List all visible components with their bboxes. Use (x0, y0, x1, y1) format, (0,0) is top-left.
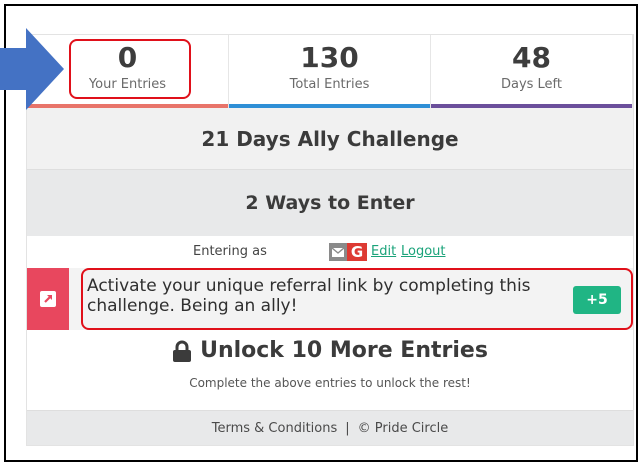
ways-to-enter-title: 2 Ways to Enter (27, 170, 633, 236)
challenge-title: 21 Days Ally Challenge (27, 108, 633, 170)
stat-label: Total Entries (289, 77, 370, 92)
entry-points-badge: +5 (573, 286, 621, 314)
stat-total-entries: 130 Total Entries (229, 35, 431, 108)
unlock-subtitle: Complete the above entries to unlock the… (189, 375, 471, 390)
stat-color-bar (431, 104, 632, 108)
envelope-icon (332, 247, 344, 257)
unlock-title: Unlock 10 More Entries (200, 338, 488, 363)
entry-referral-link[interactable]: Activate your unique referral link by co… (27, 268, 633, 330)
entry-text: Activate your unique referral link by co… (87, 276, 531, 316)
entering-as-row: Entering as G Edit Logout (27, 236, 633, 268)
footer-separator: | (345, 420, 350, 436)
stat-days-left: 48 Days Left (431, 35, 633, 108)
stat-label: Days Left (500, 77, 563, 92)
edit-link[interactable]: Edit (371, 244, 396, 259)
contest-widget: 0 Your Entries 130 Total Entries 48 Days… (26, 34, 634, 446)
annotation-arrow-icon (0, 28, 64, 110)
external-link-icon (40, 291, 56, 307)
google-icon: G (347, 243, 367, 261)
entry-side-tab (27, 268, 69, 330)
stat-color-bar (229, 104, 430, 108)
email-icon (329, 243, 347, 261)
your-entries-highlight (69, 39, 191, 99)
logout-link[interactable]: Logout (401, 244, 446, 259)
unlock-heading: Unlock 10 More Entries (172, 338, 488, 363)
entering-as-label: Entering as (193, 244, 267, 259)
footer: Terms & Conditions | © Pride Circle (27, 410, 633, 445)
stats-row: 0 Your Entries 130 Total Entries 48 Days… (27, 35, 633, 108)
copyright-text: © Pride Circle (357, 420, 449, 436)
unlock-section: Unlock 10 More Entries Complete the abov… (27, 330, 633, 410)
stat-value: 48 (512, 41, 551, 74)
stat-value: 130 (300, 41, 359, 74)
terms-link[interactable]: Terms & Conditions (212, 421, 338, 436)
lock-icon (173, 340, 192, 362)
